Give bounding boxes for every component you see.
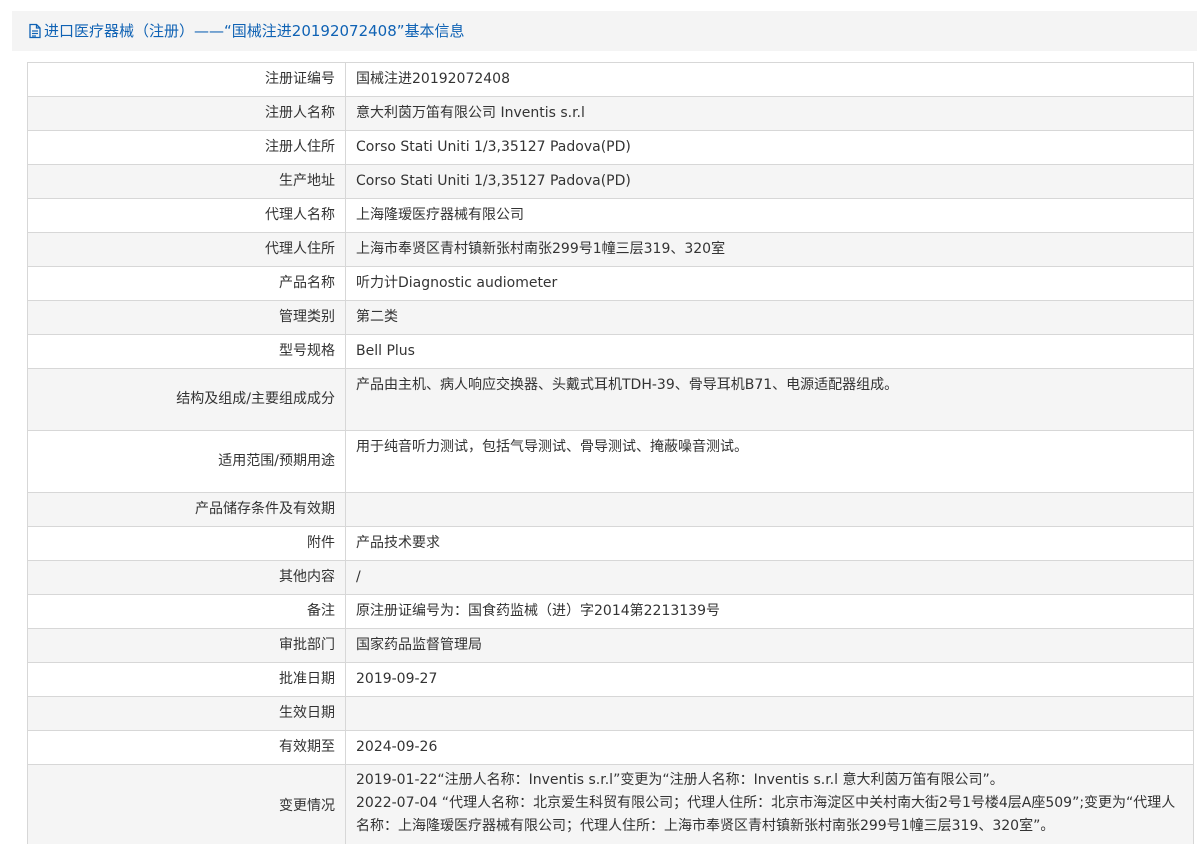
table-row: 变更情况 2019-01-22“注册人名称：Inventis s.r.l”变更为… bbox=[27, 764, 1194, 844]
field-label: 生效日期 bbox=[27, 696, 346, 731]
field-value: Bell Plus bbox=[345, 334, 1194, 369]
field-value: 2019-09-27 bbox=[345, 662, 1194, 697]
field-value: 意大利茵万笛有限公司 Inventis s.r.l bbox=[345, 96, 1194, 131]
table-row: 批准日期 2019-09-27 bbox=[27, 662, 1194, 697]
table-row: 型号规格 Bell Plus bbox=[27, 334, 1194, 369]
table-row: 注册人住所 Corso Stati Uniti 1/3,35127 Padova… bbox=[27, 130, 1194, 165]
field-value: 国家药品监督管理局 bbox=[345, 628, 1194, 663]
change-record: 2022-07-04 “代理人名称：北京爱生科贸有限公司；代理人住所：北京市海淀… bbox=[356, 795, 1176, 834]
field-label: 结构及组成/主要组成成分 bbox=[27, 368, 346, 431]
field-label: 代理人住所 bbox=[27, 232, 346, 267]
field-value: Corso Stati Uniti 1/3,35127 Padova(PD) bbox=[345, 130, 1194, 165]
field-value: 用于纯音听力测试，包括气导测试、骨导测试、掩蔽噪音测试。 bbox=[345, 430, 1194, 493]
field-label: 变更情况 bbox=[27, 764, 346, 844]
table-row: 注册证编号 国械注进20192072408 bbox=[27, 62, 1194, 97]
table-row: 其他内容 / bbox=[27, 560, 1194, 595]
field-label: 管理类别 bbox=[27, 300, 346, 335]
field-value: 上海市奉贤区青村镇新张村南张299号1幢三层319、320室 bbox=[345, 232, 1194, 267]
field-label: 批准日期 bbox=[27, 662, 346, 697]
table-row: 代理人名称 上海隆瑷医疗器械有限公司 bbox=[27, 198, 1194, 233]
table-row: 注册人名称 意大利茵万笛有限公司 Inventis s.r.l bbox=[27, 96, 1194, 131]
detail-content: 注册证编号 国械注进20192072408 注册人名称 意大利茵万笛有限公司 I… bbox=[12, 51, 1197, 844]
table-row: 产品储存条件及有效期 bbox=[27, 492, 1194, 527]
field-label: 注册人住所 bbox=[27, 130, 346, 165]
table-row: 结构及组成/主要组成成分 产品由主机、病人响应交换器、头戴式耳机TDH-39、骨… bbox=[27, 368, 1194, 431]
field-label: 代理人名称 bbox=[27, 198, 346, 233]
field-value: 第二类 bbox=[345, 300, 1194, 335]
info-panel: 进口医疗器械（注册）——“国械注进20192072408”基本信息 注册证编号 … bbox=[12, 11, 1197, 844]
field-value: 产品技术要求 bbox=[345, 526, 1194, 561]
field-value bbox=[345, 696, 1194, 731]
page-title: 进口医疗器械（注册）——“国械注进20192072408”基本信息 bbox=[44, 22, 465, 40]
table-row: 有效期至 2024-09-26 bbox=[27, 730, 1194, 765]
field-label: 产品储存条件及有效期 bbox=[27, 492, 346, 527]
table-row: 生效日期 bbox=[27, 696, 1194, 731]
field-value bbox=[345, 492, 1194, 527]
field-value: 上海隆瑷医疗器械有限公司 bbox=[345, 198, 1194, 233]
table-row: 产品名称 听力计Diagnostic audiometer bbox=[27, 266, 1194, 301]
field-label: 注册证编号 bbox=[27, 62, 346, 97]
table-row: 生产地址 Corso Stati Uniti 1/3,35127 Padova(… bbox=[27, 164, 1194, 199]
field-label: 产品名称 bbox=[27, 266, 346, 301]
table-row: 审批部门 国家药品监督管理局 bbox=[27, 628, 1194, 663]
field-label: 生产地址 bbox=[27, 164, 346, 199]
field-value: 国械注进20192072408 bbox=[345, 62, 1194, 97]
field-value: 听力计Diagnostic audiometer bbox=[345, 266, 1194, 301]
field-label: 其他内容 bbox=[27, 560, 346, 595]
change-record: 2019-01-22“注册人名称：Inventis s.r.l”变更为“注册人名… bbox=[356, 772, 1004, 788]
field-value: 2019-01-22“注册人名称：Inventis s.r.l”变更为“注册人名… bbox=[345, 764, 1194, 844]
table-row: 附件 产品技术要求 bbox=[27, 526, 1194, 561]
table-row: 管理类别 第二类 bbox=[27, 300, 1194, 335]
detail-table: 注册证编号 国械注进20192072408 注册人名称 意大利茵万笛有限公司 I… bbox=[27, 62, 1194, 844]
field-label: 适用范围/预期用途 bbox=[27, 430, 346, 493]
document-icon bbox=[28, 23, 42, 39]
field-value: 产品由主机、病人响应交换器、头戴式耳机TDH-39、骨导耳机B71、电源适配器组… bbox=[345, 368, 1194, 431]
table-row: 代理人住所 上海市奉贤区青村镇新张村南张299号1幢三层319、320室 bbox=[27, 232, 1194, 267]
field-value: 2024-09-26 bbox=[345, 730, 1194, 765]
table-row: 备注 原注册证编号为：国食药监械（进）字2014第2213139号 bbox=[27, 594, 1194, 629]
field-label: 备注 bbox=[27, 594, 346, 629]
field-value: 原注册证编号为：国食药监械（进）字2014第2213139号 bbox=[345, 594, 1194, 629]
field-label: 型号规格 bbox=[27, 334, 346, 369]
field-label: 注册人名称 bbox=[27, 96, 346, 131]
panel-header: 进口医疗器械（注册）——“国械注进20192072408”基本信息 bbox=[12, 11, 1197, 50]
field-value: / bbox=[345, 560, 1194, 595]
field-value: Corso Stati Uniti 1/3,35127 Padova(PD) bbox=[345, 164, 1194, 199]
field-label: 附件 bbox=[27, 526, 346, 561]
table-row: 适用范围/预期用途 用于纯音听力测试，包括气导测试、骨导测试、掩蔽噪音测试。 bbox=[27, 430, 1194, 493]
field-label: 审批部门 bbox=[27, 628, 346, 663]
field-label: 有效期至 bbox=[27, 730, 346, 765]
